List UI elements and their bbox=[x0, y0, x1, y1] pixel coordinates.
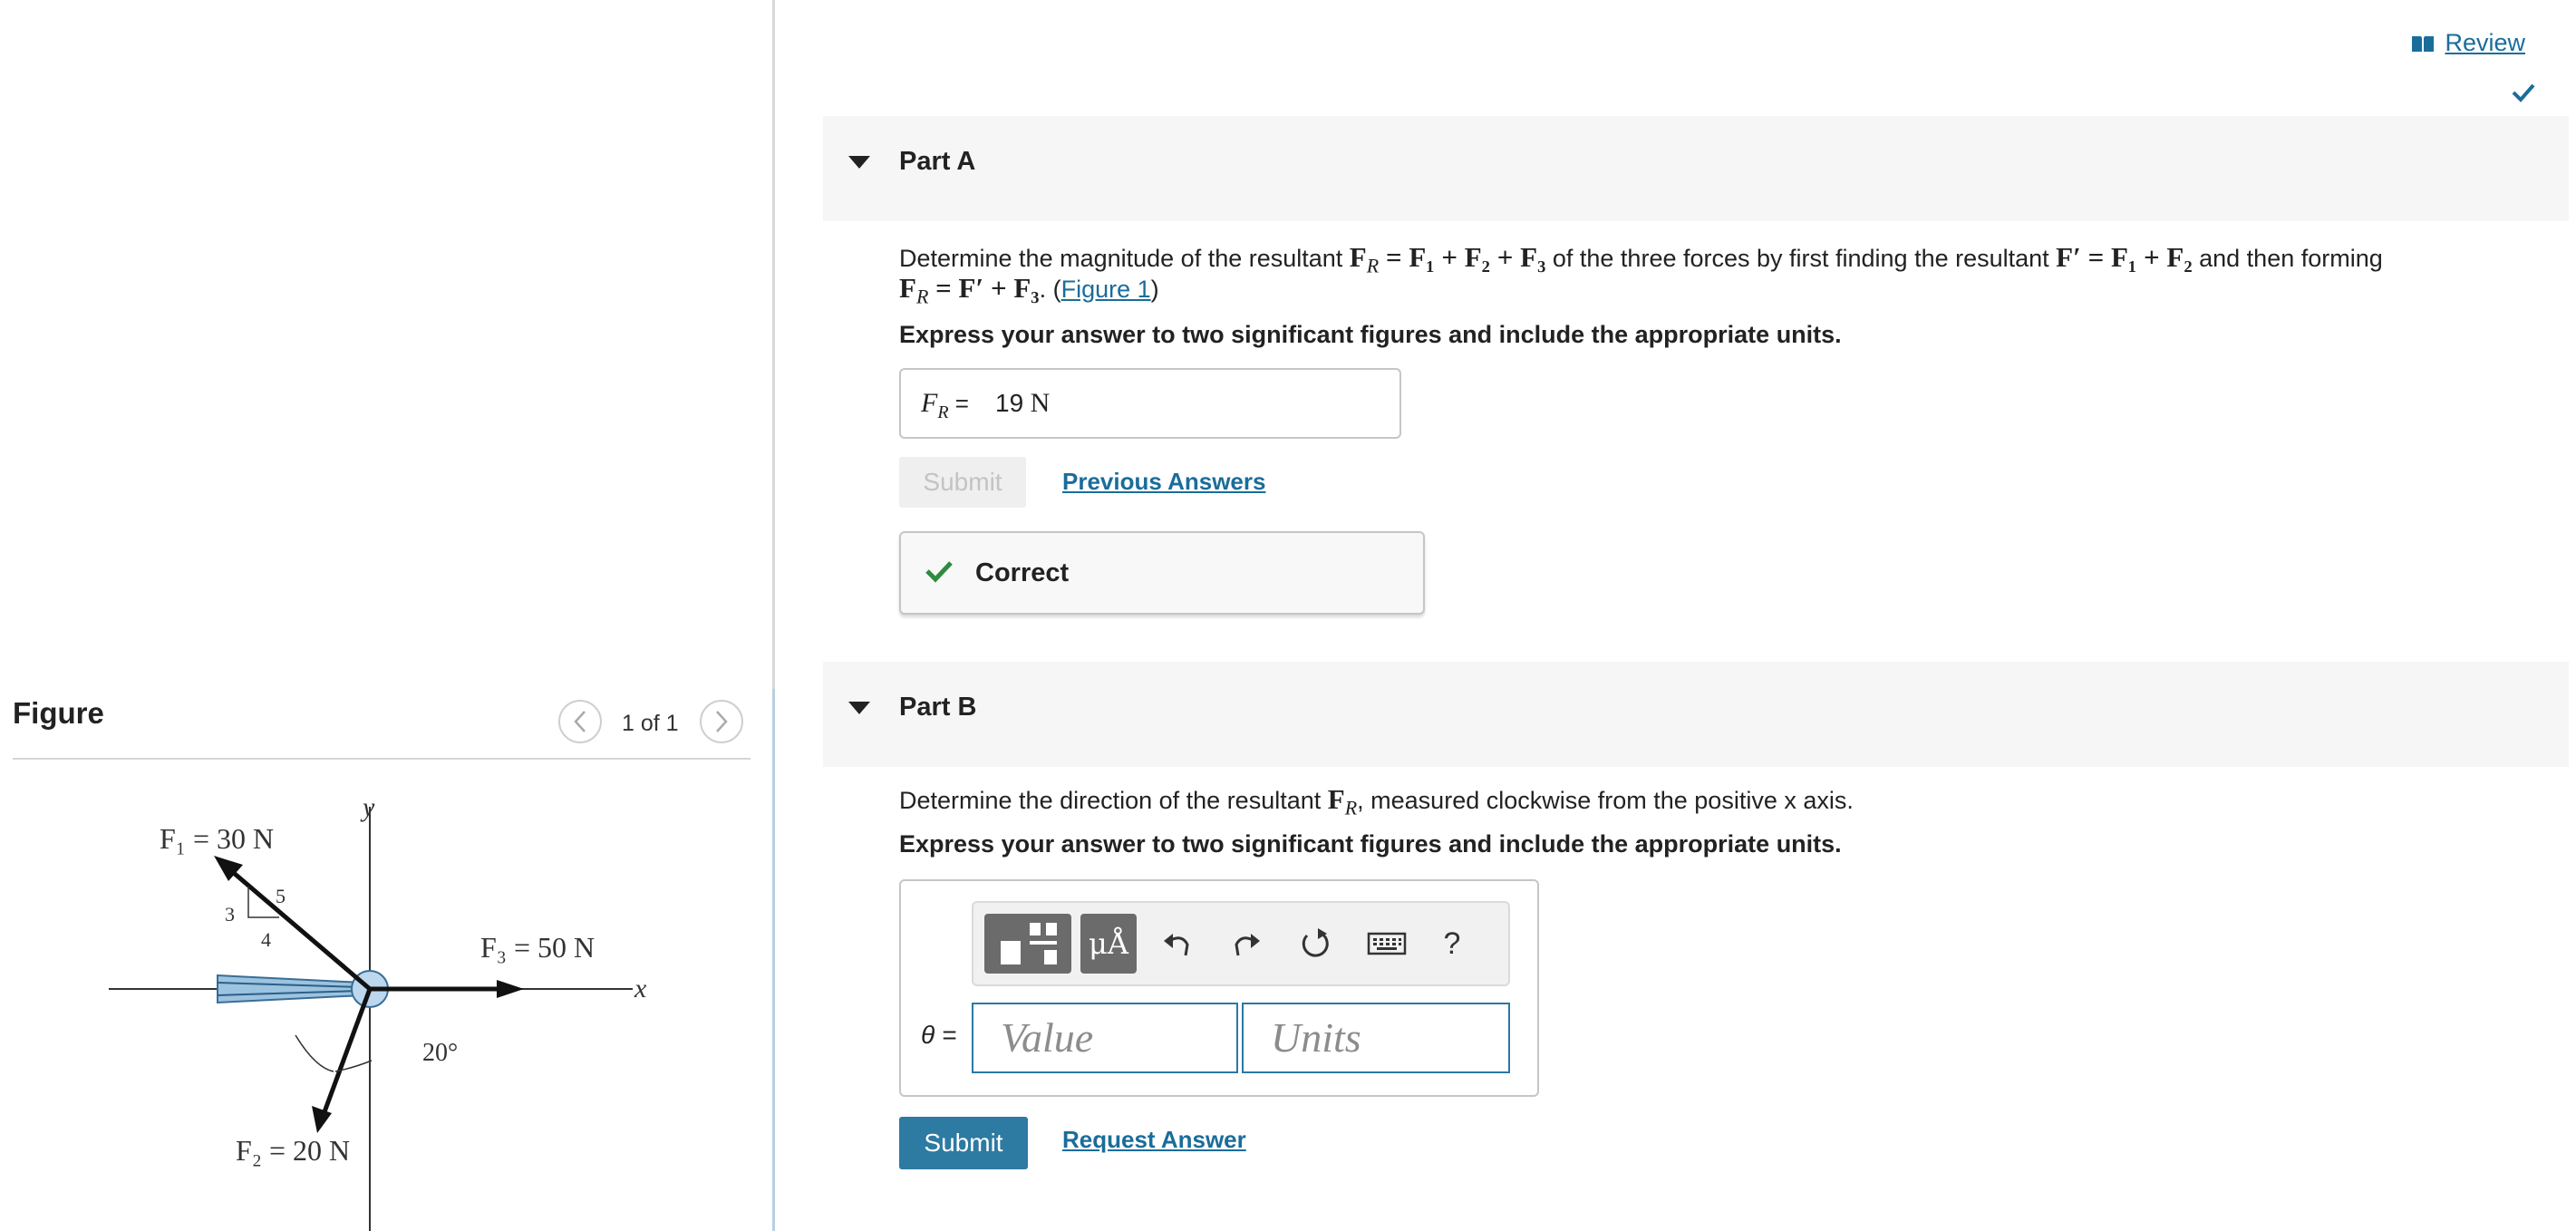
math-toolbar: μÅ ? bbox=[972, 901, 1510, 986]
f2-label: F₂ = 20 N bbox=[236, 1134, 350, 1167]
part-b-instruction: Express your answer to two significant f… bbox=[899, 830, 1842, 858]
part-a-title: Part A bbox=[899, 147, 976, 176]
part-a-header[interactable]: Part A bbox=[823, 116, 2569, 221]
templates-button[interactable] bbox=[984, 914, 1071, 974]
part-b-title: Part B bbox=[899, 693, 977, 722]
part-b-question: Determine the direction of the resultant… bbox=[899, 783, 1854, 819]
undo-button[interactable] bbox=[1155, 914, 1200, 974]
previous-figure-button[interactable] bbox=[558, 700, 602, 743]
figure-divider bbox=[13, 758, 751, 760]
part-b-header[interactable]: Part B bbox=[823, 662, 2569, 767]
slope-run-label: 4 bbox=[261, 928, 271, 951]
bolt-member bbox=[217, 974, 363, 1004]
figure-title: Figure bbox=[13, 696, 104, 730]
chevron-left-icon bbox=[574, 711, 586, 732]
f3-label: F₃ = 50 N bbox=[480, 931, 595, 964]
next-figure-button[interactable] bbox=[700, 700, 743, 743]
checkmark-icon bbox=[2512, 83, 2535, 102]
theta-label: θ = bbox=[921, 1021, 957, 1049]
value-input[interactable]: Value bbox=[972, 1003, 1238, 1073]
chevron-right-icon bbox=[716, 711, 728, 732]
slope-hyp-label: 5 bbox=[276, 885, 286, 907]
redo-button[interactable] bbox=[1224, 914, 1269, 974]
keyboard-button[interactable] bbox=[1361, 914, 1412, 974]
part-a-instruction: Express your answer to two significant f… bbox=[899, 321, 1842, 348]
angle-arc bbox=[295, 1034, 334, 1072]
feedback-text: Correct bbox=[975, 558, 1070, 587]
figure-counter: 1 of 1 bbox=[622, 711, 679, 736]
panel-divider-accent bbox=[772, 689, 775, 1231]
undo-icon bbox=[1164, 934, 1189, 956]
part-a-question-line2: FR = F′ + F₃. (Figure 1) bbox=[899, 272, 1159, 308]
part-b-answer-box: μÅ ? θ = Value Units bbox=[899, 879, 1539, 1097]
correct-check-icon bbox=[925, 561, 953, 583]
submitted-answer-value: 19 N bbox=[995, 388, 1051, 418]
part-b-submit-button[interactable]: Submit bbox=[899, 1117, 1028, 1169]
book-icon bbox=[2412, 35, 2435, 52]
figure-panel: Figure 1 of 1 y x F₃ = 50 N F₁ = 30 N 5 … bbox=[0, 0, 772, 1231]
f2-arrow bbox=[320, 988, 373, 1118]
review-link[interactable]: Review bbox=[2410, 29, 2525, 57]
slope-rise-label: 3 bbox=[225, 903, 235, 926]
collapse-caret-icon[interactable] bbox=[848, 156, 870, 169]
help-button[interactable]: ? bbox=[1434, 914, 1470, 974]
units-symbol-button[interactable]: μÅ bbox=[1080, 914, 1137, 974]
part-a-submit-button[interactable]: Submit bbox=[899, 457, 1026, 508]
f1-label: F₁ = 30 N bbox=[160, 822, 274, 855]
templates-icon bbox=[1001, 923, 1057, 964]
part-a-answer-box: FR = 19 N bbox=[899, 368, 1401, 439]
collapse-caret-icon[interactable] bbox=[848, 702, 870, 714]
keyboard-icon bbox=[1367, 932, 1407, 955]
x-axis-label: x bbox=[634, 974, 647, 1003]
reset-icon bbox=[1302, 928, 1329, 957]
y-axis-label: y bbox=[360, 792, 375, 822]
review-label: Review bbox=[2445, 29, 2525, 56]
units-input[interactable]: Units bbox=[1242, 1003, 1510, 1073]
redo-icon bbox=[1235, 934, 1260, 956]
force-diagram: y x F₃ = 50 N F₁ = 30 N 5 3 4 F₂ = 20 N … bbox=[109, 792, 647, 1231]
previous-answers-link[interactable]: Previous Answers bbox=[1062, 468, 1265, 496]
reset-button[interactable] bbox=[1293, 914, 1338, 974]
request-answer-link[interactable]: Request Answer bbox=[1062, 1126, 1246, 1154]
angle-label: 20° bbox=[422, 1039, 458, 1067]
correct-feedback: Correct bbox=[899, 531, 1425, 615]
f1-arrow bbox=[227, 867, 372, 991]
answer-label: FR = bbox=[921, 388, 969, 422]
figure-1-link[interactable]: Figure 1 bbox=[1061, 276, 1151, 303]
